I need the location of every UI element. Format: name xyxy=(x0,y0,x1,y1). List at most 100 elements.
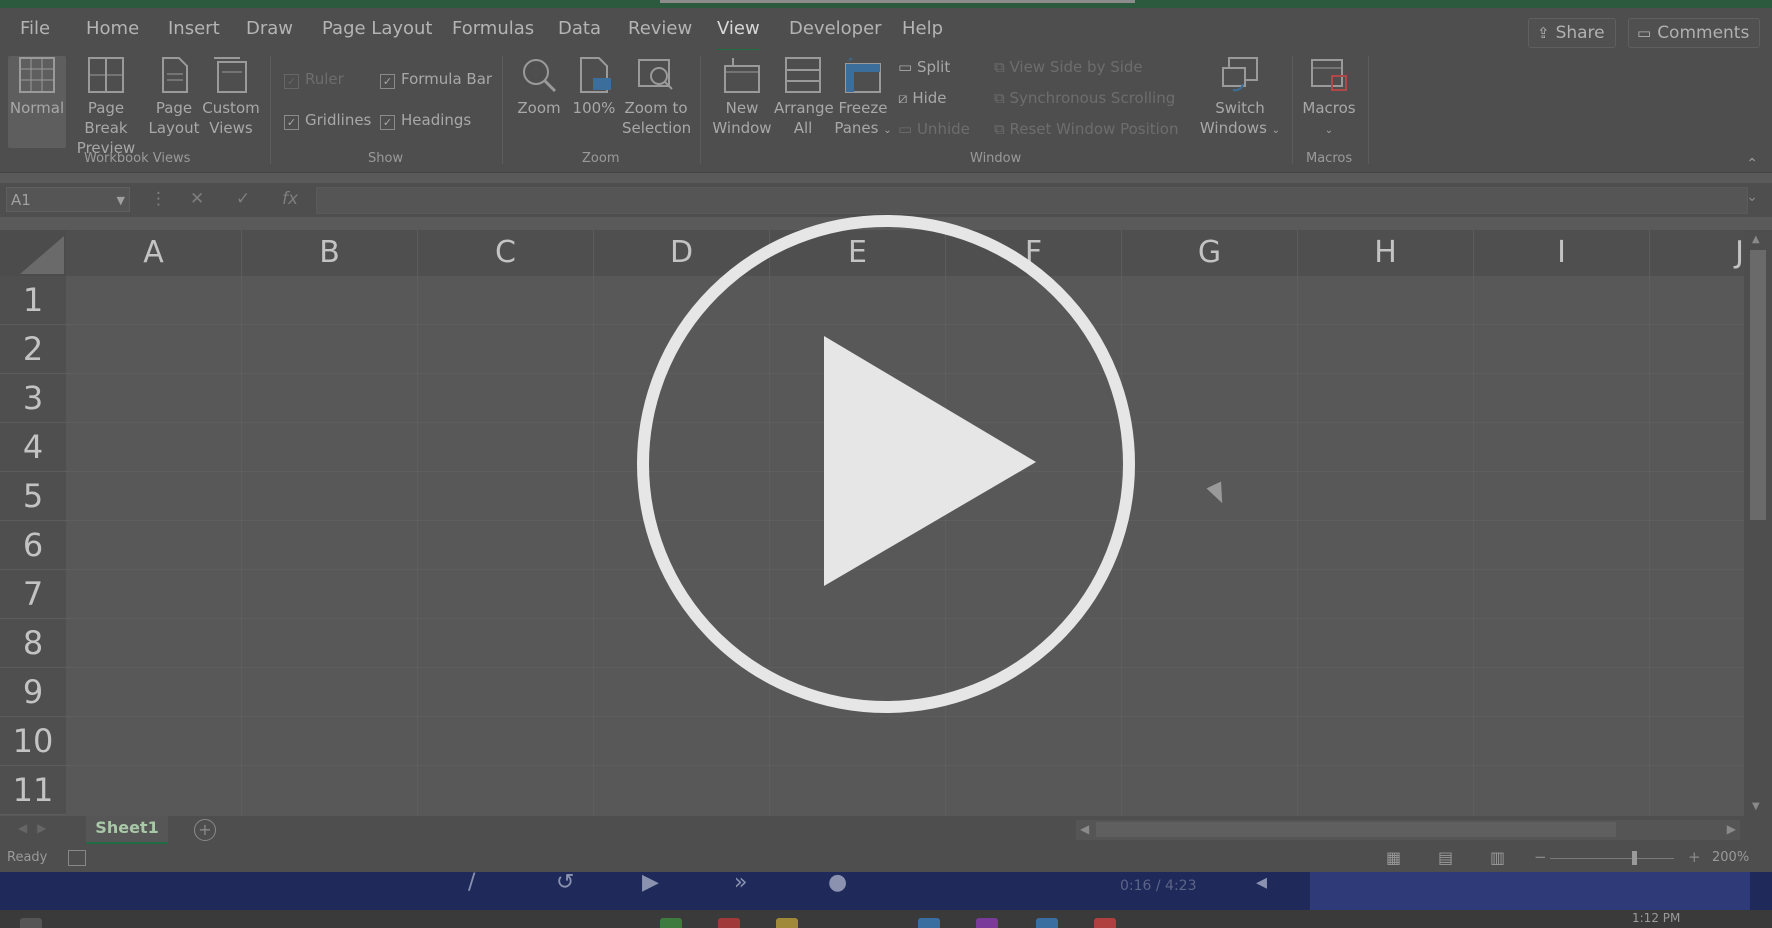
play-icon[interactable] xyxy=(636,214,1136,714)
sheet-tab[interactable]: Sheet1 xyxy=(86,816,168,845)
column-header[interactable]: C xyxy=(418,230,594,276)
volume-icon[interactable]: ● xyxy=(828,870,847,895)
row-header[interactable]: 6 xyxy=(0,521,66,570)
page-layout-view-icon[interactable]: ▤ xyxy=(1438,848,1453,867)
comments-button[interactable]: ▭ Comments xyxy=(1628,18,1761,48)
row-header[interactable]: 5 xyxy=(0,472,66,521)
gridlines-checkbox[interactable]: ✓ Gridlines xyxy=(284,111,371,130)
ruler-checkbox[interactable]: ✓ Ruler xyxy=(284,70,344,89)
switch-windows-button[interactable]: Switch Windows ⌄ xyxy=(1194,56,1286,141)
custom-views-button[interactable]: Custom Views xyxy=(202,56,260,138)
insert-function-button[interactable]: fx xyxy=(282,189,298,209)
forward-icon[interactable]: » xyxy=(734,870,747,895)
split-button[interactable]: ▭ Split xyxy=(898,58,950,76)
previous-icon[interactable]: / xyxy=(468,870,475,895)
share-button[interactable]: ⇪ Share xyxy=(1528,18,1616,48)
row-header[interactable]: 9 xyxy=(0,668,66,717)
cancel-icon[interactable]: ✕ xyxy=(190,189,204,209)
collapse-ribbon-icon[interactable]: ⌃ xyxy=(1746,156,1758,172)
column-header[interactable]: G xyxy=(1122,230,1298,276)
tab-home[interactable]: Home xyxy=(86,18,139,39)
folder-taskbar-icon[interactable] xyxy=(776,918,798,928)
column-header[interactable]: H xyxy=(1298,230,1474,276)
tab-draw[interactable]: Draw xyxy=(246,18,293,39)
unhide-button[interactable]: ▭ Unhide xyxy=(898,120,970,138)
page-break-view-icon[interactable]: ▥ xyxy=(1490,848,1505,867)
formula-input[interactable] xyxy=(316,187,1748,214)
page-layout-view-button[interactable]: Page Layout xyxy=(148,56,200,138)
select-all-corner[interactable] xyxy=(0,230,66,276)
new-window-button[interactable]: New Window xyxy=(712,56,772,138)
scrollbar-thumb[interactable] xyxy=(1096,822,1616,837)
zoom-slider[interactable] xyxy=(1550,858,1674,859)
tab-formulas[interactable]: Formulas xyxy=(452,18,534,39)
tab-developer[interactable]: Developer xyxy=(789,18,882,39)
zoom-button[interactable]: Zoom xyxy=(514,56,564,118)
scroll-right-icon[interactable]: ▶ xyxy=(1727,822,1736,836)
fullscreen-icon[interactable]: ◂ xyxy=(1256,870,1267,895)
tab-view[interactable]: View xyxy=(717,18,760,52)
row-header[interactable]: 4 xyxy=(0,423,66,472)
chrome-taskbar-icon[interactable] xyxy=(718,918,740,928)
replay-icon[interactable]: ↺ xyxy=(556,870,574,895)
reset-window-position-button[interactable]: ⧉ Reset Window Position xyxy=(994,120,1178,138)
name-box[interactable]: A1 ▼ xyxy=(6,187,130,212)
zoom-in-icon[interactable]: + xyxy=(1688,848,1701,866)
normal-view-button[interactable]: Normal xyxy=(8,56,66,148)
app-taskbar-icon[interactable] xyxy=(918,918,940,928)
tab-insert[interactable]: Insert xyxy=(168,18,220,39)
windows-start-icon[interactable] xyxy=(20,918,42,928)
column-header[interactable]: J xyxy=(1650,230,1744,276)
view-side-by-side-button[interactable]: ⧉ View Side by Side xyxy=(994,58,1143,76)
formula-bar-checkbox[interactable]: ✓ Formula Bar xyxy=(380,70,492,89)
switch-windows-label-2: Windows xyxy=(1199,119,1267,137)
video-progress-area[interactable] xyxy=(1310,872,1750,910)
scroll-up-icon[interactable]: ▲ xyxy=(1752,234,1760,245)
column-header[interactable]: I xyxy=(1474,230,1650,276)
headings-checkbox[interactable]: ✓ Headings xyxy=(380,111,471,130)
sheet-nav-arrows-icon[interactable]: ◀▶ xyxy=(18,821,56,835)
row-header[interactable]: 7 xyxy=(0,570,66,619)
arrange-all-label-2: All xyxy=(793,119,813,137)
arrange-all-button[interactable]: Arrange All xyxy=(774,56,834,138)
scroll-down-icon[interactable]: ▼ xyxy=(1752,801,1760,812)
row-header[interactable]: 2 xyxy=(0,325,66,374)
onenote-taskbar-icon[interactable] xyxy=(976,918,998,928)
horizontal-scrollbar[interactable]: ◀ ▶ xyxy=(1076,820,1740,840)
zoom-to-selection-button[interactable]: Zoom to Selection xyxy=(622,56,691,138)
zoom-level[interactable]: 200% xyxy=(1712,850,1749,865)
add-sheet-icon[interactable]: + xyxy=(194,819,216,841)
zoom-slider-thumb[interactable] xyxy=(1632,851,1637,865)
powerpoint-taskbar-icon[interactable] xyxy=(1094,918,1116,928)
tab-data[interactable]: Data xyxy=(558,18,601,39)
column-header[interactable]: B xyxy=(242,230,418,276)
enter-icon[interactable]: ✓ xyxy=(236,189,250,209)
macro-recording-icon[interactable] xyxy=(68,850,86,866)
macros-button[interactable]: Macros ⌄ xyxy=(1298,56,1360,141)
scroll-left-icon[interactable]: ◀ xyxy=(1080,822,1089,836)
row-header[interactable]: 1 xyxy=(0,276,66,325)
word-taskbar-icon[interactable] xyxy=(1036,918,1058,928)
group-label-zoom: Zoom xyxy=(582,151,620,166)
row-header[interactable]: 8 xyxy=(0,619,66,668)
vertical-scrollbar[interactable]: ▲ ▼ xyxy=(1744,230,1772,816)
tab-help[interactable]: Help xyxy=(902,18,943,39)
page-break-preview-button[interactable]: Page Break Preview xyxy=(66,56,146,158)
scrollbar-thumb[interactable] xyxy=(1750,250,1766,520)
excel-taskbar-icon[interactable] xyxy=(660,918,682,928)
row-header[interactable]: 11 xyxy=(0,766,66,815)
row-header[interactable]: 10 xyxy=(0,717,66,766)
synchronous-scrolling-button[interactable]: ⧉ Synchronous Scrolling xyxy=(994,89,1175,107)
column-header[interactable]: A xyxy=(66,230,242,276)
play-small-icon[interactable]: ▶ xyxy=(642,870,659,895)
freeze-panes-button[interactable]: * Freeze Panes ⌄ xyxy=(834,56,892,141)
zoom-100-button[interactable]: 100% xyxy=(568,56,620,118)
tab-review[interactable]: Review xyxy=(628,18,692,39)
row-header[interactable]: 3 xyxy=(0,374,66,423)
expand-formula-icon[interactable]: ⌄ xyxy=(1746,189,1758,205)
zoom-out-icon[interactable]: − xyxy=(1534,848,1547,866)
normal-view-icon[interactable]: ▦ xyxy=(1386,848,1401,867)
tab-page-layout[interactable]: Page Layout xyxy=(322,18,433,39)
tab-file[interactable]: File xyxy=(20,18,50,39)
hide-button[interactable]: ⧄ Hide xyxy=(898,89,947,107)
